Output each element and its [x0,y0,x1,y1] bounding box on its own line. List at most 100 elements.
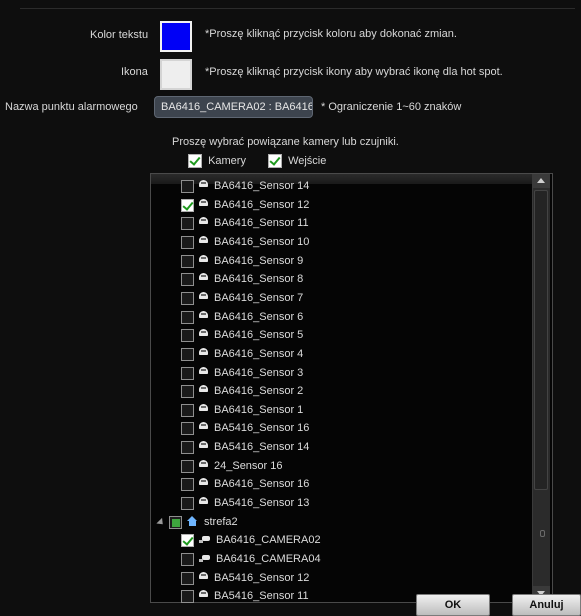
ok-button[interactable]: OK [416,594,490,616]
tree-item-row[interactable]: BA5416_Sensor 13 [181,494,309,512]
tree-item-checkbox[interactable] [181,552,194,566]
tree-item-row[interactable]: BA6416_CAMERA02 [181,531,321,549]
sensor-icon [199,235,208,243]
tree-item-row[interactable]: BA6416_Sensor 6 [181,308,303,326]
sensor-icon [199,421,208,429]
sensor-icon [199,366,208,374]
tree-item-checkbox[interactable] [181,328,194,342]
tree-item-row[interactable]: BA6416_Sensor 3 [181,364,303,382]
sensor-icon [199,272,208,280]
tree-item-label: BA6416_Sensor 6 [214,311,304,323]
tree-item-checkbox[interactable] [181,235,194,249]
tree-item-row[interactable]: BA6416_Sensor 10 [181,233,309,251]
alarm-name-hint: * Ograniczenie 1~60 znaków [321,101,462,113]
tree-item-checkbox[interactable] [181,421,194,435]
tree-item-label: BA5416_Sensor 16 [214,422,310,434]
scroll-grip-icon [540,530,545,537]
tree-item-label: BA6416_Sensor 9 [214,255,304,267]
sensor-icon [199,571,208,579]
tree-item-checkbox[interactable] [181,533,194,547]
tree-item-row[interactable]: 24_Sensor 16 [181,457,283,475]
sensor-icon [199,291,208,299]
tree-item-row[interactable]: BA6416_Sensor 5 [181,326,303,344]
tree-item-checkbox[interactable] [181,440,194,454]
icon-label: Ikona [121,66,148,78]
text-color-hint: *Proszę kliknąć przycisk koloru aby doko… [205,28,457,40]
tree-item-row[interactable]: BA6416_Sensor 16 [181,475,309,493]
sensor-icon [199,459,208,467]
tree-item-label: BA6416_Sensor 8 [214,273,304,285]
tree-item-label: BA6416_Sensor 1 [214,404,304,416]
tree-item-checkbox[interactable] [181,496,194,510]
tree-item-row[interactable]: BA6416_Sensor 8 [181,270,303,288]
tree-item-checkbox[interactable] [181,571,194,585]
sensor-icon [199,403,208,411]
tree-item-row[interactable]: BA6416_Sensor 2 [181,382,303,400]
select-prompt: Proszę wybrać powiązane kamery lub czujn… [172,136,399,148]
tree-item-label: BA6416_Sensor 7 [214,292,304,304]
tree-item-row[interactable]: BA6416_Sensor 14 [181,177,309,195]
tree-item-label: BA6416_Sensor 12 [214,199,310,211]
tree-item-checkbox[interactable] [181,198,194,212]
tree-group-row[interactable]: strefa2 [156,513,238,531]
tree-item-label: BA6416_Sensor 10 [214,236,310,248]
filter-inputs-checkbox[interactable] [268,154,282,168]
tree-item-checkbox[interactable] [181,384,194,398]
tree-item-label: BA5416_Sensor 12 [214,572,310,584]
tree-scrollbar[interactable] [532,174,550,600]
expand-arrow-icon[interactable] [156,517,166,527]
tree-item-checkbox[interactable] [181,477,194,491]
filter-inputs[interactable]: Wejście [268,154,326,168]
filter-cameras[interactable]: Kamery [188,154,246,168]
cancel-button[interactable]: Anuluj [512,594,581,616]
tree-item-label: BA5416_Sensor 11 [214,590,309,602]
tree-item-checkbox[interactable] [169,515,182,529]
sensor-icon [199,310,208,318]
tree-item-checkbox[interactable] [181,272,194,286]
tree-item-checkbox[interactable] [181,459,194,473]
tree-item-checkbox[interactable] [181,347,194,361]
tree-item-checkbox[interactable] [181,310,194,324]
tree-item-row[interactable]: BA5416_Sensor 16 [181,419,309,437]
camera-icon [199,535,210,543]
tree-item-row[interactable]: BA5416_Sensor 14 [181,438,309,456]
tree-item-checkbox[interactable] [181,216,194,230]
icon-picker-button[interactable] [160,59,192,90]
top-divider [20,8,575,9]
text-color-button[interactable] [160,21,192,52]
icon-hint: *Proszę kliknąć przycisk ikony aby wybra… [205,66,503,78]
tree-item-label: BA6416_CAMERA04 [216,553,321,565]
sensor-icon [199,198,208,206]
scroll-up-arrow-icon[interactable] [533,174,550,188]
tree-item-checkbox[interactable] [181,403,194,417]
tree-item-checkbox[interactable] [181,366,194,380]
tree-item-row[interactable]: BA6416_Sensor 1 [181,401,303,419]
tree-item-checkbox[interactable] [181,254,194,268]
sensor-icon [199,496,208,504]
tree-item-row[interactable]: BA6416_Sensor 9 [181,252,303,270]
tree-item-row[interactable]: BA5416_Sensor 11 [181,587,309,605]
tree-item-row[interactable]: BA6416_Sensor 11 [181,214,309,232]
tree-item-row[interactable]: BA6416_CAMERA04 [181,550,321,568]
scroll-thumb[interactable] [534,190,548,490]
tree-item-label: BA6416_CAMERA02 [216,534,321,546]
alarm-name-input[interactable]: BA6416_CAMERA02 : BA6416 [154,96,313,118]
tree-item-checkbox[interactable] [181,589,194,603]
tree-item-row[interactable]: BA6416_Sensor 7 [181,289,303,307]
tree-item-label: BA6416_Sensor 14 [214,180,310,192]
alarm-name-label: Nazwa punktu alarmowego [5,101,138,113]
sensor-icon [199,179,208,187]
sensor-icon [199,328,208,336]
filter-cameras-checkbox[interactable] [188,154,202,168]
tree-item-row[interactable]: BA6416_Sensor 4 [181,345,303,363]
tree-item-label: BA6416_Sensor 16 [214,478,310,490]
sensor-icon [199,384,208,392]
sensor-icon [199,216,208,224]
tree-item-checkbox[interactable] [181,291,194,305]
tree-item-row[interactable]: BA6416_Sensor 12 [181,196,309,214]
tree-item-checkbox[interactable] [181,179,194,193]
filter-inputs-label: Wejście [288,155,327,167]
tree-item-label: strefa2 [204,516,238,528]
tree-item-row[interactable]: BA5416_Sensor 12 [181,569,309,587]
tree-item-label: BA6416_Sensor 11 [214,217,309,229]
